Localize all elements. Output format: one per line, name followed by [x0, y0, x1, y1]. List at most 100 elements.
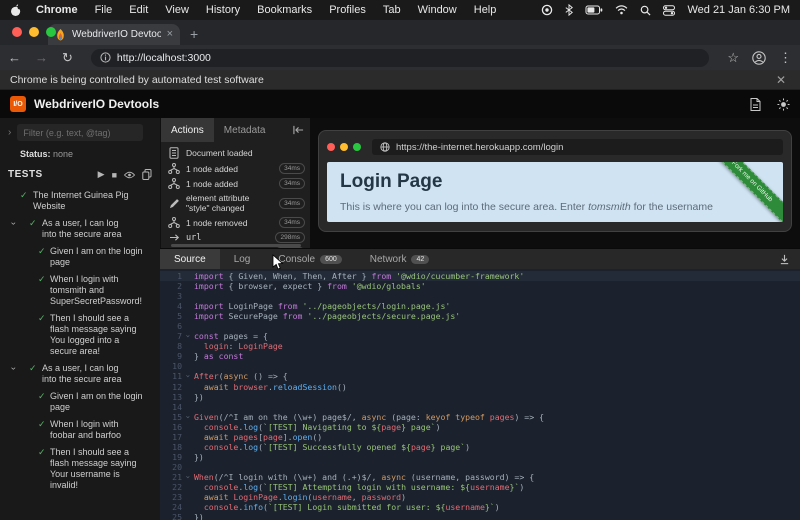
code-line: 11›After(async () => {: [160, 371, 800, 381]
sidebar-collapse-icon[interactable]: ›: [8, 127, 11, 138]
code-line: 23 await LoginPage.login(username, passw…: [160, 492, 800, 502]
new-tab-button[interactable]: +: [190, 26, 198, 42]
reload-icon[interactable]: ↻: [62, 51, 73, 64]
action-item[interactable]: 1 node added34ms: [161, 176, 310, 191]
menu-history[interactable]: History: [206, 4, 240, 16]
code-token: import: [194, 311, 229, 321]
menu-view[interactable]: View: [165, 4, 189, 16]
code-editor[interactable]: 1import { Given, When, Then, After } fro…: [160, 269, 800, 520]
address-bar[interactable]: http://localhost:3000: [91, 49, 709, 67]
menu-tab[interactable]: Tab: [383, 4, 401, 16]
code-text: console.log(`[TEST] Navigating to ${page…: [186, 422, 441, 432]
fold-chevron-icon[interactable]: ›: [183, 414, 193, 419]
automation-banner: Chrome is being controlled by automated …: [0, 70, 800, 90]
code-token: console: [204, 442, 239, 452]
menubar-clock[interactable]: Wed 21 Jan 6:30 PM: [687, 4, 790, 16]
code-token: Given: [194, 412, 219, 422]
code-token: from: [283, 311, 308, 321]
fold-chevron-icon[interactable]: ›: [183, 334, 193, 339]
copy-icon[interactable]: [142, 169, 152, 180]
code-token: import: [194, 281, 229, 291]
test-step[interactable]: ✓Given I am on the login page: [0, 391, 156, 413]
search-icon[interactable]: [640, 5, 651, 16]
battery-icon[interactable]: [585, 5, 603, 15]
control-center-icon[interactable]: [663, 5, 675, 16]
wifi-icon[interactable]: [615, 5, 628, 15]
code-text: When(/^I login with (\w+) and (.+)$/, as…: [186, 472, 534, 482]
line-number: 10: [160, 361, 186, 371]
code-token: `[TEST] Successfully opened ${: [263, 442, 411, 452]
menu-chrome[interactable]: Chrome: [36, 4, 78, 16]
action-duration-badge: 34ms: [279, 163, 305, 174]
test-step[interactable]: ✓Then I should see a flash message sayin…: [0, 447, 156, 491]
action-item[interactable]: url298ms: [161, 230, 310, 245]
menu-help[interactable]: Help: [474, 4, 497, 16]
watch-icon[interactable]: [124, 171, 135, 179]
fold-chevron-icon[interactable]: ›: [183, 475, 193, 480]
test-step[interactable]: ✓Given I am on the login page: [0, 246, 156, 268]
tab-network[interactable]: Network42: [356, 249, 443, 269]
banner-close-icon[interactable]: ✕: [776, 73, 786, 87]
line-number: 21›: [160, 472, 186, 482]
fold-chevron-icon[interactable]: ›: [183, 374, 193, 379]
code-line: 24 console.info(`[TEST] Login submitted …: [160, 502, 800, 512]
menu-edit[interactable]: Edit: [129, 4, 148, 16]
action-item[interactable]: 1 node removed34ms: [161, 215, 310, 230]
test-suite[interactable]: ✓The Internet Guinea Pig Website: [0, 190, 156, 212]
tab-actions[interactable]: Actions: [161, 118, 214, 142]
maximize-window-button[interactable]: [46, 27, 56, 37]
code-text: [186, 321, 194, 331]
back-icon[interactable]: ←: [8, 51, 21, 64]
line-number: 6: [160, 321, 186, 331]
menu-bookmarks[interactable]: Bookmarks: [257, 4, 312, 16]
record-icon[interactable]: [541, 4, 553, 16]
check-icon: ✓: [38, 274, 46, 285]
code-line: 14: [160, 402, 800, 412]
stop-tests-icon[interactable]: ■: [112, 170, 117, 180]
tab-metadata[interactable]: Metadata: [214, 118, 276, 142]
bottom-tabs: SourceLogConsole600Network42: [160, 249, 800, 269]
download-icon[interactable]: [779, 254, 790, 265]
menu-file[interactable]: File: [95, 4, 113, 16]
actions-scrollbar[interactable]: [171, 244, 301, 247]
tab-source[interactable]: Source: [160, 249, 220, 269]
test-step[interactable]: ✓When I login with tomsmith and SuperSec…: [0, 274, 156, 307]
bluetooth-icon[interactable]: [565, 4, 573, 16]
menu-kebab-icon[interactable]: ⋮: [779, 51, 792, 64]
close-window-button[interactable]: [12, 27, 22, 37]
report-icon[interactable]: [750, 98, 761, 111]
code-text: console.log(`[TEST] Attempting login wit…: [186, 482, 524, 492]
test-scenario[interactable]: ›✓As a user, I can log into the secure a…: [0, 218, 156, 240]
code-token: from: [327, 281, 352, 291]
menu-window[interactable]: Window: [418, 4, 457, 16]
forward-icon[interactable]: →: [35, 51, 48, 64]
theme-toggle-sun-icon[interactable]: [777, 98, 790, 111]
action-item[interactable]: element attribute "style" changed34ms: [161, 191, 310, 215]
filter-input[interactable]: [17, 124, 143, 141]
profile-avatar-icon[interactable]: [752, 51, 766, 65]
run-tests-icon[interactable]: ▶: [98, 169, 105, 180]
code-token: login: [283, 492, 308, 502]
action-item[interactable]: 1 node added34ms: [161, 161, 310, 176]
apple-icon[interactable]: [10, 4, 22, 17]
test-step[interactable]: ✓Then I should see a flash message sayin…: [0, 313, 156, 357]
tab-label: Log: [234, 254, 251, 265]
collapse-panel-icon[interactable]: [293, 125, 304, 135]
action-item[interactable]: Document loaded: [161, 145, 310, 161]
bookmark-star-icon[interactable]: ☆: [727, 51, 739, 64]
minimize-window-button[interactable]: [29, 27, 39, 37]
preview-area: https://the-internet.herokuapp.com/login…: [310, 118, 800, 248]
test-label: When I login with foobar and barfoo: [50, 419, 144, 441]
chevron-down-icon[interactable]: ›: [8, 367, 19, 370]
tab-log[interactable]: Log: [220, 249, 265, 269]
action-label: url: [186, 233, 269, 243]
tab-close-icon[interactable]: ×: [167, 29, 173, 40]
menu-profiles[interactable]: Profiles: [329, 4, 366, 16]
chevron-down-icon[interactable]: ›: [8, 222, 19, 225]
main-area: › Status: none TESTS ▶ ■ ✓The Internet G…: [0, 118, 800, 520]
test-step[interactable]: ✓When I login with foobar and barfoo: [0, 419, 156, 441]
browser-tab[interactable]: WebdriverIO Devtools ×: [48, 24, 180, 45]
banner-text: Chrome is being controlled by automated …: [10, 74, 264, 86]
test-scenario[interactable]: ›✓As a user, I can log into the secure a…: [0, 363, 156, 385]
page-info-icon[interactable]: [100, 52, 111, 63]
